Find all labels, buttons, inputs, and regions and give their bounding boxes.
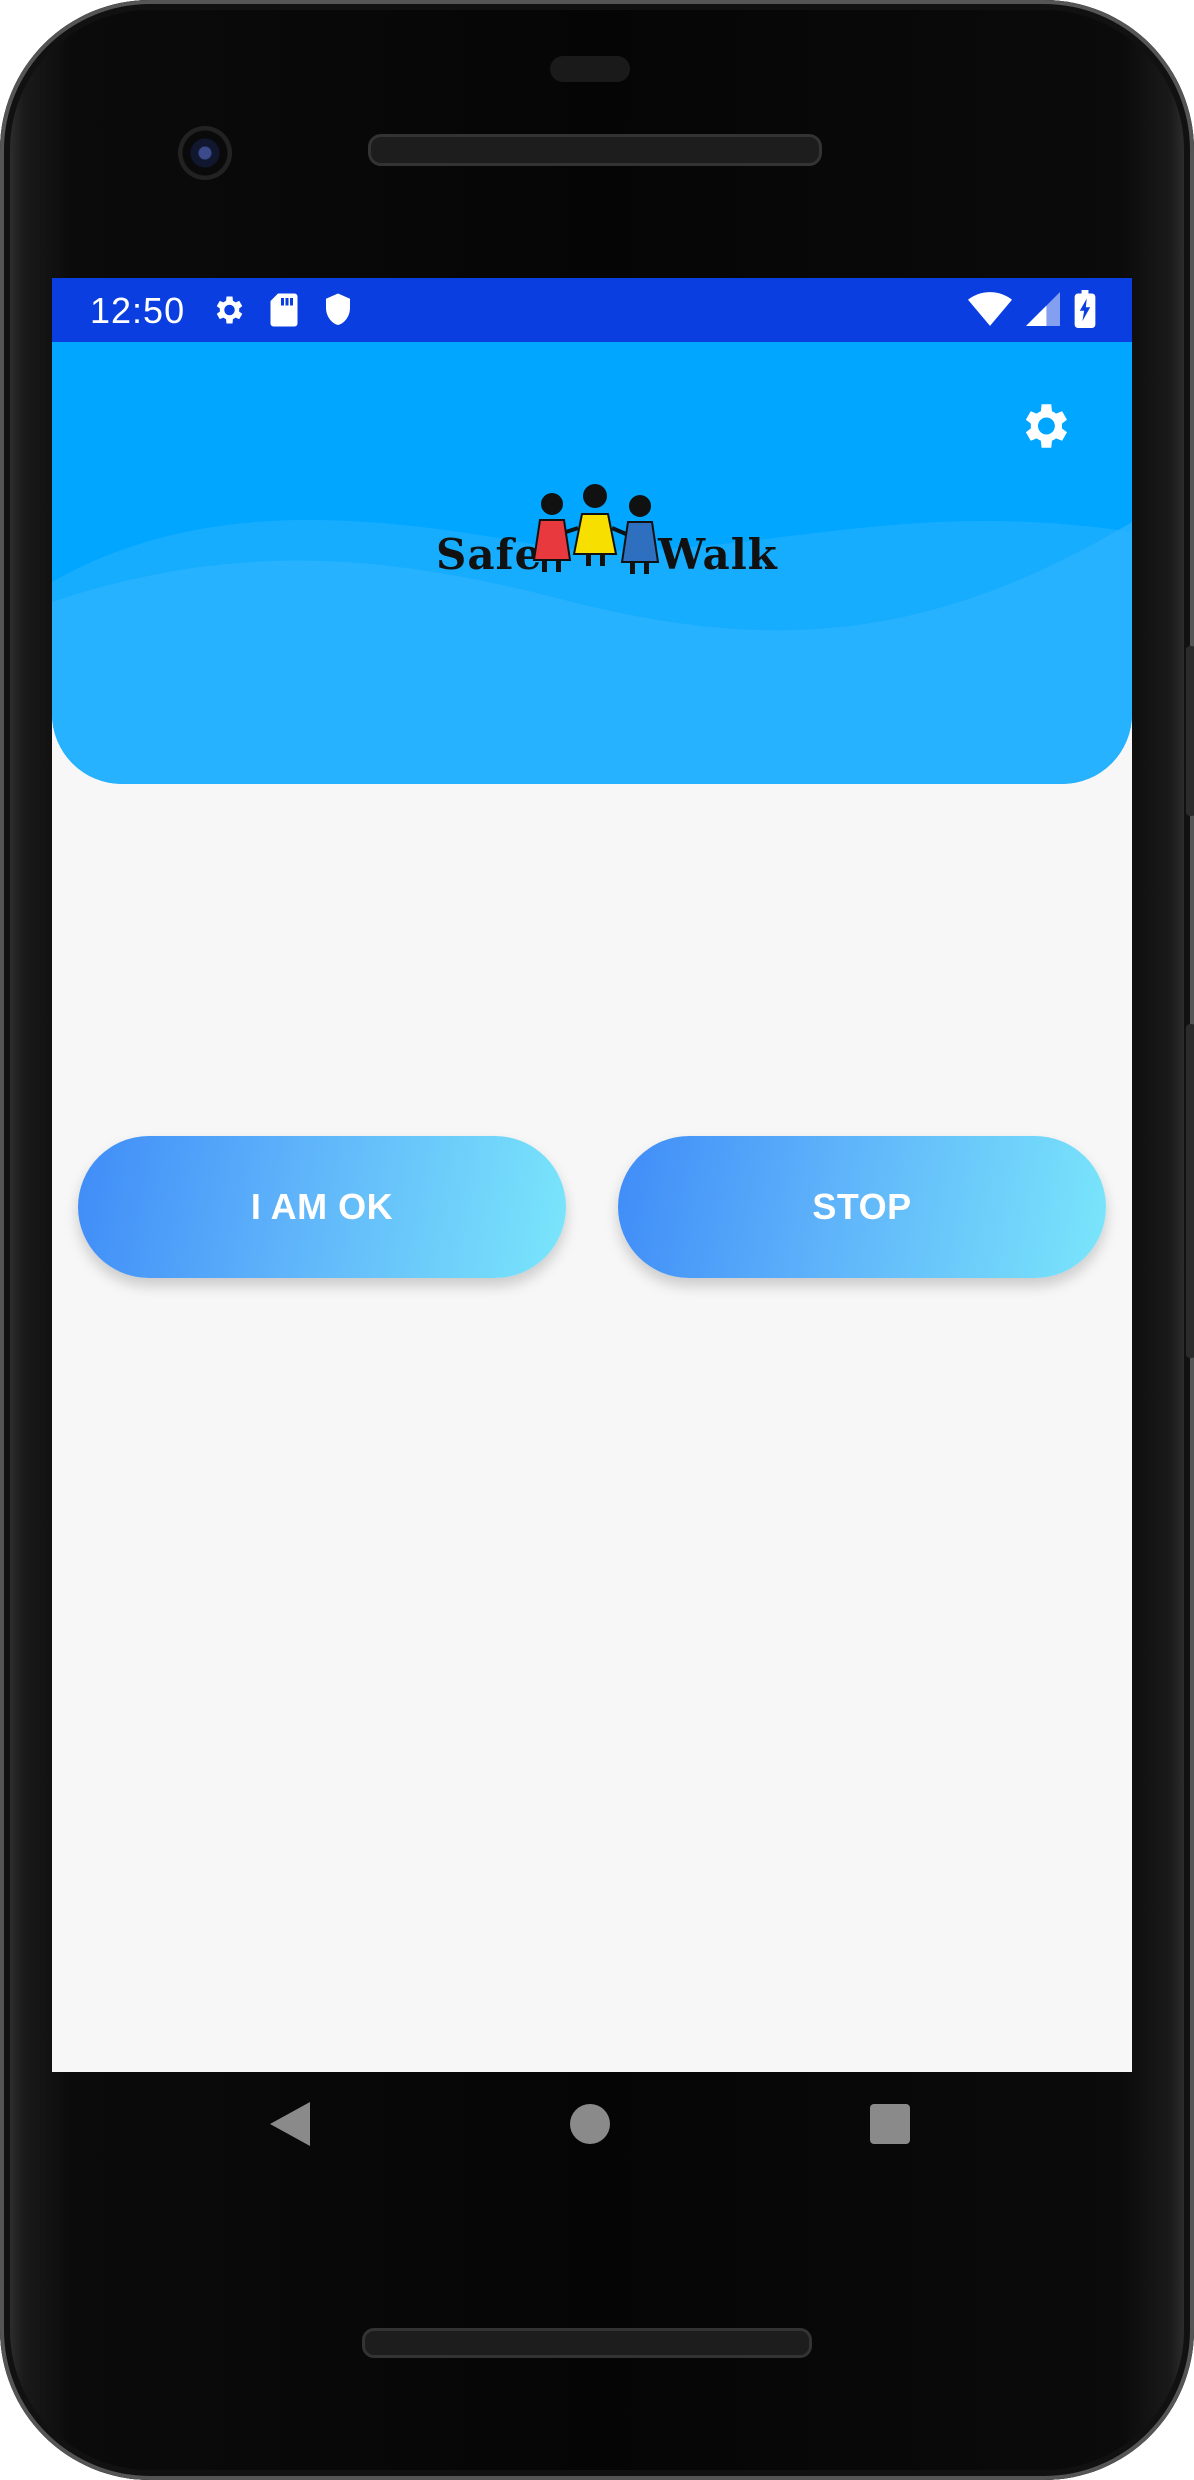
i-am-ok-button[interactable]: I AM OK xyxy=(78,1136,566,1278)
front-camera xyxy=(178,126,232,180)
recents-square-icon[interactable] xyxy=(870,2102,910,2151)
status-time: 12:50 xyxy=(90,290,186,331)
logo-text-right: Walk xyxy=(658,530,778,579)
back-triangle-icon[interactable] xyxy=(270,2102,310,2151)
bottom-speaker xyxy=(362,2328,812,2358)
app-screen: 12:50 Safe Walk I AM OK STOP xyxy=(52,278,1132,2072)
gear-icon xyxy=(1015,397,1073,460)
settings-button[interactable] xyxy=(1012,396,1076,460)
logo-text-left: Safe xyxy=(436,530,543,579)
cellular-signal-icon xyxy=(1026,291,1060,332)
shield-icon xyxy=(322,292,354,333)
logo-children-figures xyxy=(532,484,660,574)
volume-button xyxy=(1186,1024,1194,1358)
status-bar: 12:50 xyxy=(52,278,1132,342)
earpiece-speaker xyxy=(368,134,822,166)
wifi-icon xyxy=(968,291,1012,332)
gear-icon xyxy=(210,292,246,333)
navigation-bar xyxy=(52,2072,1132,2202)
battery-charging-icon xyxy=(1074,290,1096,333)
sd-card-icon xyxy=(268,292,300,333)
home-circle-icon[interactable] xyxy=(570,2102,610,2151)
safewalk-logo: Safe Walk xyxy=(436,482,777,592)
stop-button[interactable]: STOP xyxy=(618,1136,1106,1278)
top-slot xyxy=(550,56,630,82)
app-header: Safe Walk xyxy=(52,342,1132,784)
power-button xyxy=(1186,646,1194,816)
